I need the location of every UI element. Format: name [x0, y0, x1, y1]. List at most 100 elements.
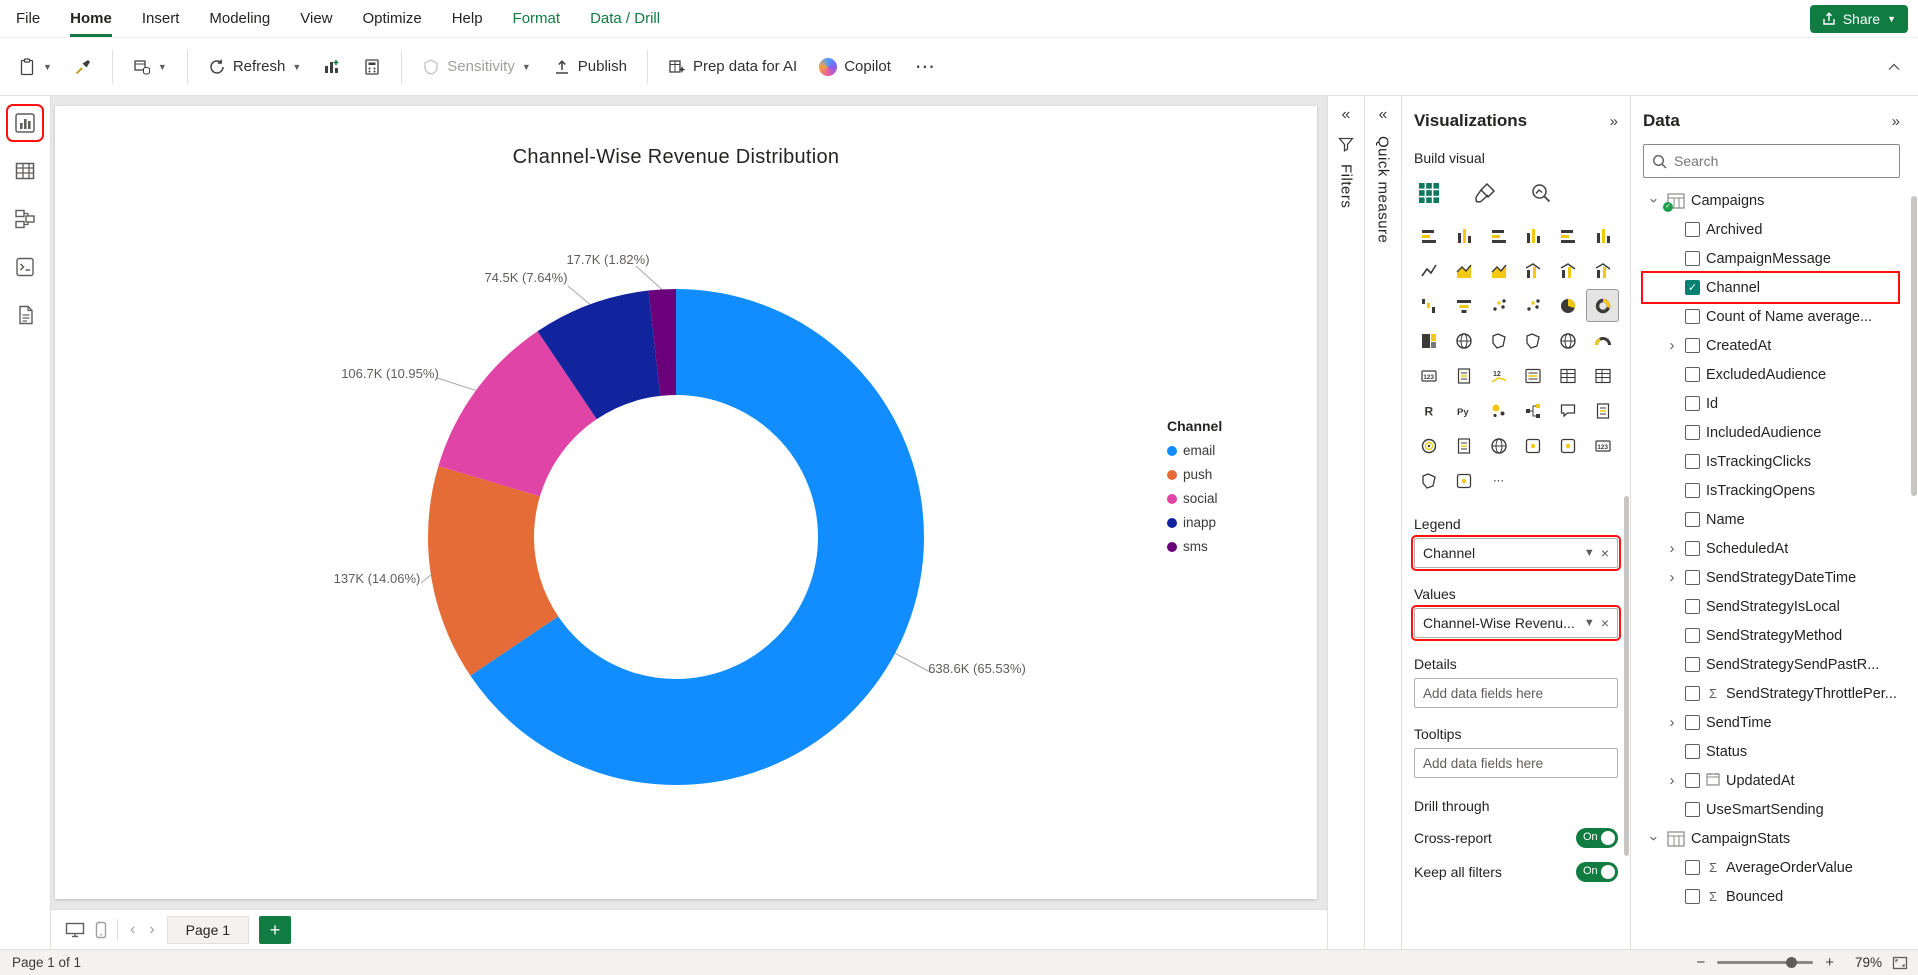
tmdl-view-button[interactable]: [10, 300, 40, 330]
viz-icon-smart-narrative[interactable]: [1587, 395, 1618, 426]
viz-icon-area-chart[interactable]: [1449, 255, 1480, 286]
legend-item-sms[interactable]: sms: [1167, 539, 1222, 554]
expand-field-icon[interactable]: ›: [1665, 773, 1679, 788]
viz-icon-power-automate[interactable]: [1553, 430, 1584, 461]
viz-icon-multi-row-card[interactable]: [1449, 360, 1480, 391]
expand-field-icon[interactable]: ›: [1665, 570, 1679, 585]
keep-all-filters-toggle[interactable]: On: [1576, 862, 1618, 882]
menu-home[interactable]: Home: [70, 0, 112, 37]
copilot-button[interactable]: Copilot: [813, 52, 897, 82]
viz-icon-donut-chart[interactable]: [1587, 290, 1618, 321]
viz-icon-filled-map[interactable]: [1483, 325, 1514, 356]
desktop-layout-button[interactable]: [65, 922, 85, 938]
field-Archived[interactable]: Archived: [1643, 215, 1898, 244]
quick-measure-button[interactable]: [357, 52, 387, 82]
field-AverageOrderValue[interactable]: ΣAverageOrderValue: [1643, 853, 1898, 882]
viz-icon-funnel-chart[interactable]: [1449, 290, 1480, 321]
viz-icon-shape-map[interactable]: [1518, 325, 1549, 356]
viz-icon-field-parameters[interactable]: 123: [1587, 430, 1618, 461]
dax-query-view-button[interactable]: [10, 252, 40, 282]
viz-icon-paginated-report[interactable]: [1449, 430, 1480, 461]
viz-icon-pie-chart[interactable]: [1553, 290, 1584, 321]
page-tab-page1[interactable]: Page 1: [167, 916, 249, 944]
viz-icon-gauge[interactable]: [1587, 325, 1618, 356]
viz-icon-card[interactable]: 123: [1414, 360, 1445, 391]
viz-icon-azure-map[interactable]: [1553, 325, 1584, 356]
field-checkbox[interactable]: [1685, 715, 1700, 730]
field-CampaignMessage[interactable]: CampaignMessage: [1643, 244, 1898, 273]
table-Campaigns[interactable]: ›✓Campaigns: [1643, 186, 1898, 215]
viz-icon-scatter-chart[interactable]: [1483, 290, 1514, 321]
viz-icon-custom-visual-b[interactable]: [1449, 465, 1480, 496]
legend-field-pill[interactable]: Channel ▼ ×: [1414, 538, 1618, 568]
viz-icon-more-visuals[interactable]: ⋯: [1483, 465, 1514, 496]
viz-icon-key-influencers[interactable]: [1483, 395, 1514, 426]
field-Id[interactable]: Id: [1643, 389, 1898, 418]
field-checkbox[interactable]: [1685, 251, 1700, 266]
expand-quick-measure-icon[interactable]: «: [1379, 106, 1388, 124]
viz-icon-clustered-column-chart[interactable]: [1518, 220, 1549, 251]
viz-icon-decomposition-tree[interactable]: [1518, 395, 1549, 426]
field-Bounced[interactable]: ΣBounced: [1643, 882, 1898, 911]
field-checkbox[interactable]: [1685, 222, 1700, 237]
viz-icon-metrics[interactable]: [1414, 430, 1445, 461]
viz-icon-line-chart[interactable]: [1414, 255, 1445, 286]
values-field-pill[interactable]: Channel-Wise Revenu... ▼ ×: [1414, 608, 1618, 638]
field-SendTime[interactable]: ›SendTime: [1643, 708, 1898, 737]
field-IsTrackingOpens[interactable]: IsTrackingOpens: [1643, 476, 1898, 505]
next-page-button[interactable]: ›: [147, 921, 156, 939]
legend-item-inapp[interactable]: inapp: [1167, 515, 1222, 530]
field-checkbox[interactable]: [1685, 309, 1700, 324]
field-UseSmartSending[interactable]: UseSmartSending: [1643, 795, 1898, 824]
prev-page-button[interactable]: ‹: [128, 921, 137, 939]
field-UpdatedAt[interactable]: ›UpdatedAt: [1643, 766, 1898, 795]
legend-item-email[interactable]: email: [1167, 443, 1222, 458]
field-SendStrategyDateTime[interactable]: ›SendStrategyDateTime: [1643, 563, 1898, 592]
menu-data-drill[interactable]: Data / Drill: [590, 0, 660, 37]
expand-field-icon[interactable]: ›: [1665, 541, 1679, 556]
menu-format[interactable]: Format: [513, 0, 561, 37]
tooltips-field-well[interactable]: Add data fields here: [1414, 748, 1618, 778]
field-ExcludedAudience[interactable]: ExcludedAudience: [1643, 360, 1898, 389]
data-search-input[interactable]: [1674, 153, 1891, 169]
field-Channel[interactable]: ✓Channel: [1643, 273, 1898, 302]
viz-icon-stacked-column-chart[interactable]: [1449, 220, 1480, 251]
analytics-tab[interactable]: [1526, 178, 1556, 208]
collapse-visualizations-icon[interactable]: »: [1610, 113, 1618, 130]
field-checkbox[interactable]: [1685, 367, 1700, 382]
field-Name[interactable]: Name: [1643, 505, 1898, 534]
viz-icon-slicer[interactable]: [1518, 360, 1549, 391]
table-view-button[interactable]: [10, 156, 40, 186]
filters-pane-label[interactable]: Filters: [1338, 164, 1355, 208]
more-commands-button[interactable]: ⋯: [907, 54, 945, 79]
viz-icon-treemap[interactable]: [1414, 325, 1445, 356]
viz-icon-q-and-a-visual[interactable]: [1553, 395, 1584, 426]
collapse-table-icon[interactable]: ›: [1647, 832, 1662, 846]
field-SendStrategySendPastR[interactable]: SendStrategySendPastR...: [1643, 650, 1898, 679]
prep-data-ai-button[interactable]: Prep data for AI: [662, 52, 803, 82]
zoom-slider-thumb[interactable]: [1786, 957, 1797, 968]
legend-item-social[interactable]: social: [1167, 491, 1222, 506]
viz-icon-kpi[interactable]: 12: [1483, 360, 1514, 391]
viz-icon-100-stacked-bar-chart[interactable]: [1553, 220, 1584, 251]
format-visual-tab[interactable]: [1470, 178, 1500, 208]
field-checkbox[interactable]: [1685, 570, 1700, 585]
menu-optimize[interactable]: Optimize: [363, 0, 422, 37]
viz-icon-table[interactable]: [1553, 360, 1584, 391]
field-checkbox[interactable]: [1685, 483, 1700, 498]
field-checkbox[interactable]: [1685, 744, 1700, 759]
quick-measure-pane-label[interactable]: Quick measure: [1375, 136, 1392, 243]
chevron-down-icon[interactable]: ▼: [1584, 547, 1595, 559]
field-checkbox[interactable]: [1685, 860, 1700, 875]
field-SendStrategyThrottlePer[interactable]: ΣSendStrategyThrottlePer...: [1643, 679, 1898, 708]
expand-filters-icon[interactable]: «: [1342, 106, 1351, 124]
field-checkbox[interactable]: [1685, 889, 1700, 904]
field-checkbox[interactable]: [1685, 802, 1700, 817]
details-field-well[interactable]: Add data fields here: [1414, 678, 1618, 708]
report-page[interactable]: Channel-Wise Revenue Distribution 638.6K…: [55, 106, 1317, 899]
viz-icon-matrix[interactable]: [1587, 360, 1618, 391]
build-visual-tab[interactable]: [1414, 178, 1444, 208]
viz-icon-map[interactable]: [1449, 325, 1480, 356]
field-checkbox[interactable]: ✓: [1685, 280, 1700, 295]
zoom-slider[interactable]: [1717, 961, 1813, 964]
